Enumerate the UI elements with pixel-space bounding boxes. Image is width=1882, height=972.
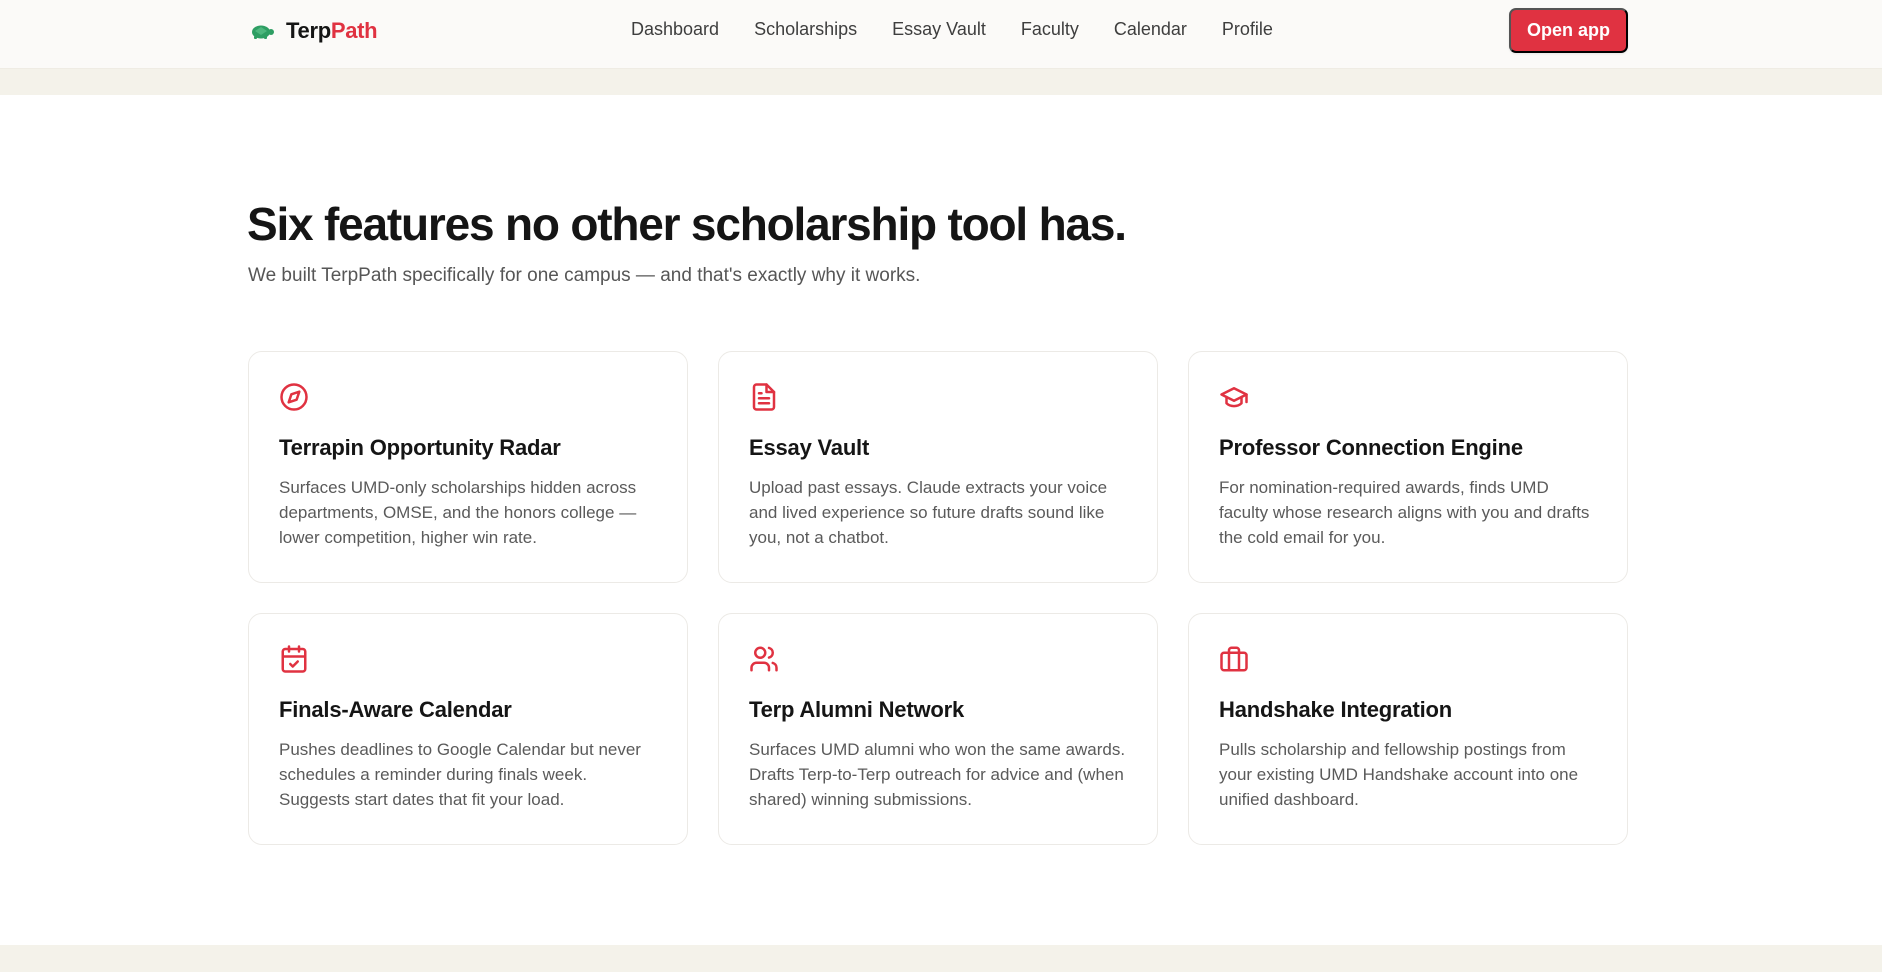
feature-card-alumni-network: Terp Alumni Network Surfaces UMD alumni … xyxy=(718,613,1158,845)
document-icon xyxy=(749,382,779,412)
turtle-icon xyxy=(252,25,274,39)
open-app-button[interactable]: Open app xyxy=(1509,8,1628,53)
feature-description: Surfaces UMD alumni who won the same awa… xyxy=(749,740,1126,809)
users-icon xyxy=(749,644,779,674)
feature-card-handshake: Handshake Integration Pulls scholarship … xyxy=(1188,613,1628,845)
feature-grid: Terrapin Opportunity Radar Surfaces UMD-… xyxy=(248,351,1628,845)
brand-name-part1: Terp xyxy=(286,18,331,43)
nav-item-faculty[interactable]: Faculty xyxy=(1021,19,1079,40)
feature-card-professor-connection: Professor Connection Engine For nominati… xyxy=(1188,351,1628,583)
nav-item-calendar[interactable]: Calendar xyxy=(1114,19,1187,40)
feature-description: Upload past essays. Claude extracts your… xyxy=(749,478,1108,547)
section-divider-bottom xyxy=(0,945,1882,972)
calendar-check-icon xyxy=(279,644,309,674)
feature-title: Handshake Integration xyxy=(1219,697,1452,722)
feature-title: Finals-Aware Calendar xyxy=(279,697,512,722)
section-heading: Six features no other scholarship tool h… xyxy=(247,198,1127,250)
brand-name: TerpPath xyxy=(286,18,378,44)
section-subheading: We built TerpPath specifically for one c… xyxy=(248,265,921,286)
nav-item-scholarships[interactable]: Scholarships xyxy=(754,19,857,40)
feature-card-essay-vault: Essay Vault Upload past essays. Claude e… xyxy=(718,351,1158,583)
feature-description: For nomination-required awards, finds UM… xyxy=(1219,478,1590,547)
feature-title: Terp Alumni Network xyxy=(749,697,964,722)
nav-item-essay-vault[interactable]: Essay Vault xyxy=(892,19,986,40)
feature-card-opportunity-radar: Terrapin Opportunity Radar Surfaces UMD-… xyxy=(248,351,688,583)
feature-description: Pushes deadlines to Google Calendar but … xyxy=(279,740,641,809)
nav-item-dashboard[interactable]: Dashboard xyxy=(631,19,719,40)
top-header: TerpPath Dashboard Scholarships Essay Va… xyxy=(0,0,1882,69)
feature-description: Surfaces UMD-only scholarships hidden ac… xyxy=(279,478,637,547)
main-nav: Dashboard Scholarships Essay Vault Facul… xyxy=(631,19,1273,40)
compass-icon xyxy=(279,382,309,412)
feature-title: Terrapin Opportunity Radar xyxy=(279,435,561,460)
nav-item-profile[interactable]: Profile xyxy=(1222,19,1273,40)
feature-title: Essay Vault xyxy=(749,435,870,460)
briefcase-icon xyxy=(1219,644,1249,674)
brand-home-link[interactable]: TerpPath xyxy=(248,16,378,46)
graduation-cap-icon xyxy=(1219,382,1249,412)
brand-name-part2: Path xyxy=(330,18,378,43)
section-divider-top xyxy=(0,69,1882,95)
feature-title: Professor Connection Engine xyxy=(1219,435,1523,460)
feature-description: Pulls scholarship and fellowship posting… xyxy=(1219,740,1579,809)
feature-card-finals-calendar: Finals-Aware Calendar Pushes deadlines t… xyxy=(248,613,688,845)
